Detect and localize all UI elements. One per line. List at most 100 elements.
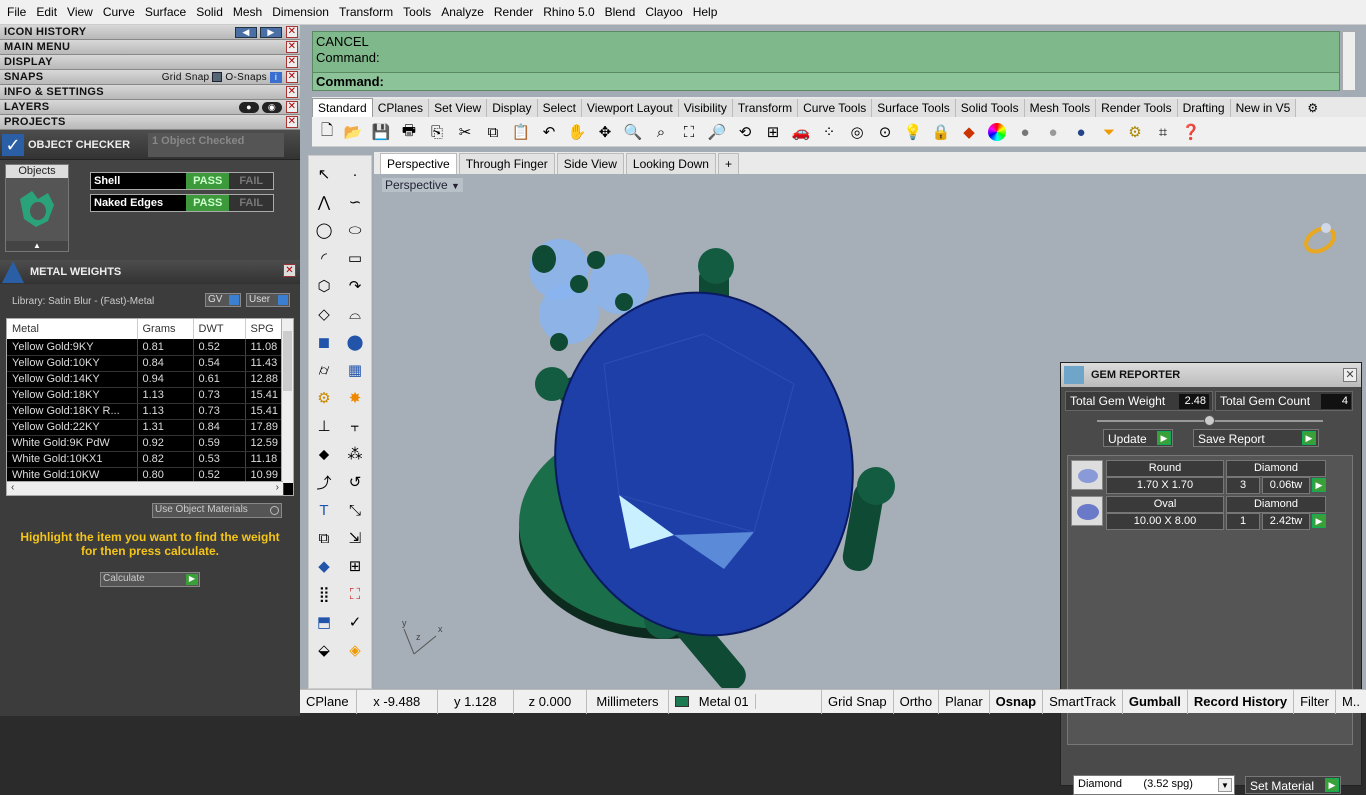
menu-blend[interactable]: Blend	[600, 5, 641, 19]
section-layers[interactable]: LAYERS ● ◉ ✕	[0, 100, 300, 115]
box-icon[interactable]: ◼	[312, 330, 336, 354]
extrude-icon[interactable]: ⬒	[312, 610, 336, 634]
perspective-viewport[interactable]: Perspective ▼ yzx GEM REPORTER ✕ Total G…	[374, 174, 1366, 795]
tab-through-finger[interactable]: Through Finger	[458, 153, 555, 174]
split-icon[interactable]: ⫟	[343, 414, 367, 438]
osnap-toggle[interactable]: O-Snaps	[225, 72, 267, 83]
tab-standard[interactable]: Standard	[312, 98, 373, 117]
osnap-toggle[interactable]: Osnap	[990, 689, 1044, 714]
rendered-sphere-icon[interactable]: ●	[1042, 121, 1064, 143]
oval-diamond-thumbnail[interactable]	[1071, 496, 1103, 526]
eye-icon[interactable]: ◉	[262, 101, 282, 113]
tab-visibility[interactable]: Visibility	[678, 99, 733, 117]
ortho-toggle[interactable]: Ortho	[894, 689, 940, 714]
ellipse-icon[interactable]: ⬭	[343, 218, 367, 242]
export-icon[interactable]: ⎘	[426, 121, 448, 143]
set-material-play-icon[interactable]: ▶	[1325, 778, 1339, 792]
select-arrow-icon[interactable]: ↖	[312, 162, 336, 186]
help-icon[interactable]: ❓	[1180, 121, 1202, 143]
grid-points-icon[interactable]: ⌗	[1152, 121, 1174, 143]
car-icon[interactable]: 🚗	[790, 121, 812, 143]
layers-icon[interactable]: ◆	[958, 121, 980, 143]
move-icon[interactable]: ⇲	[343, 526, 367, 550]
grid-snap-toggle[interactable]: Grid Snap	[162, 72, 210, 83]
close-icon[interactable]: ✕	[286, 71, 298, 83]
grid-array-icon[interactable]: ⣿	[312, 582, 336, 606]
circle-icon[interactable]: ◯	[312, 218, 336, 242]
close-icon[interactable]: ✕	[286, 56, 298, 68]
info-icon[interactable]: i	[270, 71, 282, 83]
lock-icon[interactable]: 🔒	[930, 121, 952, 143]
tab-display[interactable]: Display	[487, 99, 538, 117]
close-icon[interactable]: ✕	[283, 264, 296, 277]
horizontal-scrollbar[interactable]: ‹ ›	[7, 481, 283, 495]
polygon-icon[interactable]: ⬡	[312, 274, 336, 298]
gumball-toggle[interactable]: Gumball	[1123, 689, 1188, 714]
zoom-icon[interactable]: 🔍	[622, 121, 644, 143]
use-object-materials-toggle[interactable]: Use Object Materials	[152, 503, 282, 518]
units-label[interactable]: Millimeters	[587, 689, 670, 714]
menu-analyze[interactable]: Analyze	[436, 5, 489, 19]
back-arrow-icon[interactable]: ◀	[235, 26, 257, 38]
cut-icon[interactable]: ✂	[454, 121, 476, 143]
tab-viewport-layout[interactable]: Viewport Layout	[581, 99, 679, 117]
scroll-thumb[interactable]	[283, 331, 292, 391]
zoom-selected-icon[interactable]: 🔎	[706, 121, 728, 143]
table-row[interactable]: Yellow Gold:9KY 0.81 0.52 11.08	[7, 339, 284, 356]
new-file-icon[interactable]: 🗋	[316, 121, 338, 143]
col-metal[interactable]: Metal	[7, 319, 138, 339]
table-row[interactable]: Yellow Gold:18KY 1.13 0.73 15.41	[7, 387, 284, 404]
objects-box[interactable]: Objects ▲	[5, 164, 69, 252]
menu-transform[interactable]: Transform	[334, 5, 398, 19]
save-icon[interactable]: 💾	[370, 121, 392, 143]
curve-icon[interactable]: ∽	[343, 190, 367, 214]
explode-icon[interactable]: ✸	[343, 386, 367, 410]
tab-side-view[interactable]: Side View	[556, 153, 624, 174]
four-views-icon[interactable]: ⊞	[762, 121, 784, 143]
analyze-icon[interactable]: ⬙	[312, 638, 336, 662]
tab-surface-tools[interactable]: Surface Tools	[872, 99, 956, 117]
solid-box-icon[interactable]: ◆	[312, 554, 336, 578]
point-cloud-icon[interactable]: ⁘	[818, 121, 840, 143]
menu-mesh[interactable]: Mesh	[228, 5, 267, 19]
group-icon[interactable]: ⬥	[312, 442, 336, 466]
zoom-window-icon[interactable]: ⌕	[650, 121, 672, 143]
light-bulb-icon[interactable]: 💡	[902, 121, 924, 143]
save-report-button[interactable]: Save Report	[1193, 429, 1319, 447]
color-wheel-icon[interactable]	[986, 121, 1008, 143]
orient-icon[interactable]: ⧉	[312, 526, 336, 550]
forward-arrow-icon[interactable]: ▶	[260, 26, 282, 38]
menu-curve[interactable]: Curve	[98, 5, 140, 19]
rectangle-icon[interactable]: ▭	[343, 246, 367, 270]
render-preview-icon[interactable]: ◈	[343, 638, 367, 662]
close-icon[interactable]: ✕	[286, 26, 298, 38]
section-main-menu[interactable]: MAIN MENU ✕	[0, 40, 300, 55]
history-icon[interactable]: ⛶	[343, 582, 367, 606]
filter-toggle[interactable]: Filter	[1294, 689, 1336, 714]
freeform-icon[interactable]: ↷	[343, 274, 367, 298]
tab-perspective[interactable]: Perspective	[380, 153, 457, 174]
point-icon[interactable]: ·	[343, 162, 367, 186]
smarttrack-toggle[interactable]: SmartTrack	[1043, 689, 1123, 714]
col-grams[interactable]: Grams	[137, 319, 194, 339]
tab-curve-tools[interactable]: Curve Tools	[798, 99, 873, 117]
vertical-scrollbar[interactable]	[281, 319, 293, 483]
table-row[interactable]: White Gold:9K PdW 0.92 0.59 12.59	[7, 435, 284, 452]
scroll-left-icon[interactable]: ‹	[11, 482, 14, 495]
surface-icon[interactable]: ◇	[312, 302, 336, 326]
col-dwt[interactable]: DWT	[193, 319, 246, 339]
tab-mesh-tools[interactable]: Mesh Tools	[1024, 99, 1097, 117]
pan-hand-icon[interactable]: ✋	[566, 121, 588, 143]
filter-icon[interactable]: ⏷	[1098, 121, 1120, 143]
paste-icon[interactable]: 📋	[510, 121, 532, 143]
current-layer[interactable]: Metal 01	[669, 689, 823, 714]
calculate-button[interactable]: Calculate ▶	[100, 572, 200, 587]
table-row[interactable]: Yellow Gold:18KY R... 1.13 0.73 15.41	[7, 403, 284, 420]
tab-cplanes[interactable]: CPlanes	[372, 99, 430, 117]
loft-icon[interactable]: ⌓	[343, 302, 367, 326]
section-snaps[interactable]: SNAPS Grid Snap O-Snaps i ✕	[0, 70, 300, 85]
mesh-icon[interactable]: ▦	[343, 358, 367, 382]
gem-row-play-icon[interactable]: ▶	[1312, 478, 1326, 492]
table-row[interactable]: Yellow Gold:10KY 0.84 0.54 11.43	[7, 355, 284, 372]
render-icon[interactable]: ●	[1070, 121, 1092, 143]
